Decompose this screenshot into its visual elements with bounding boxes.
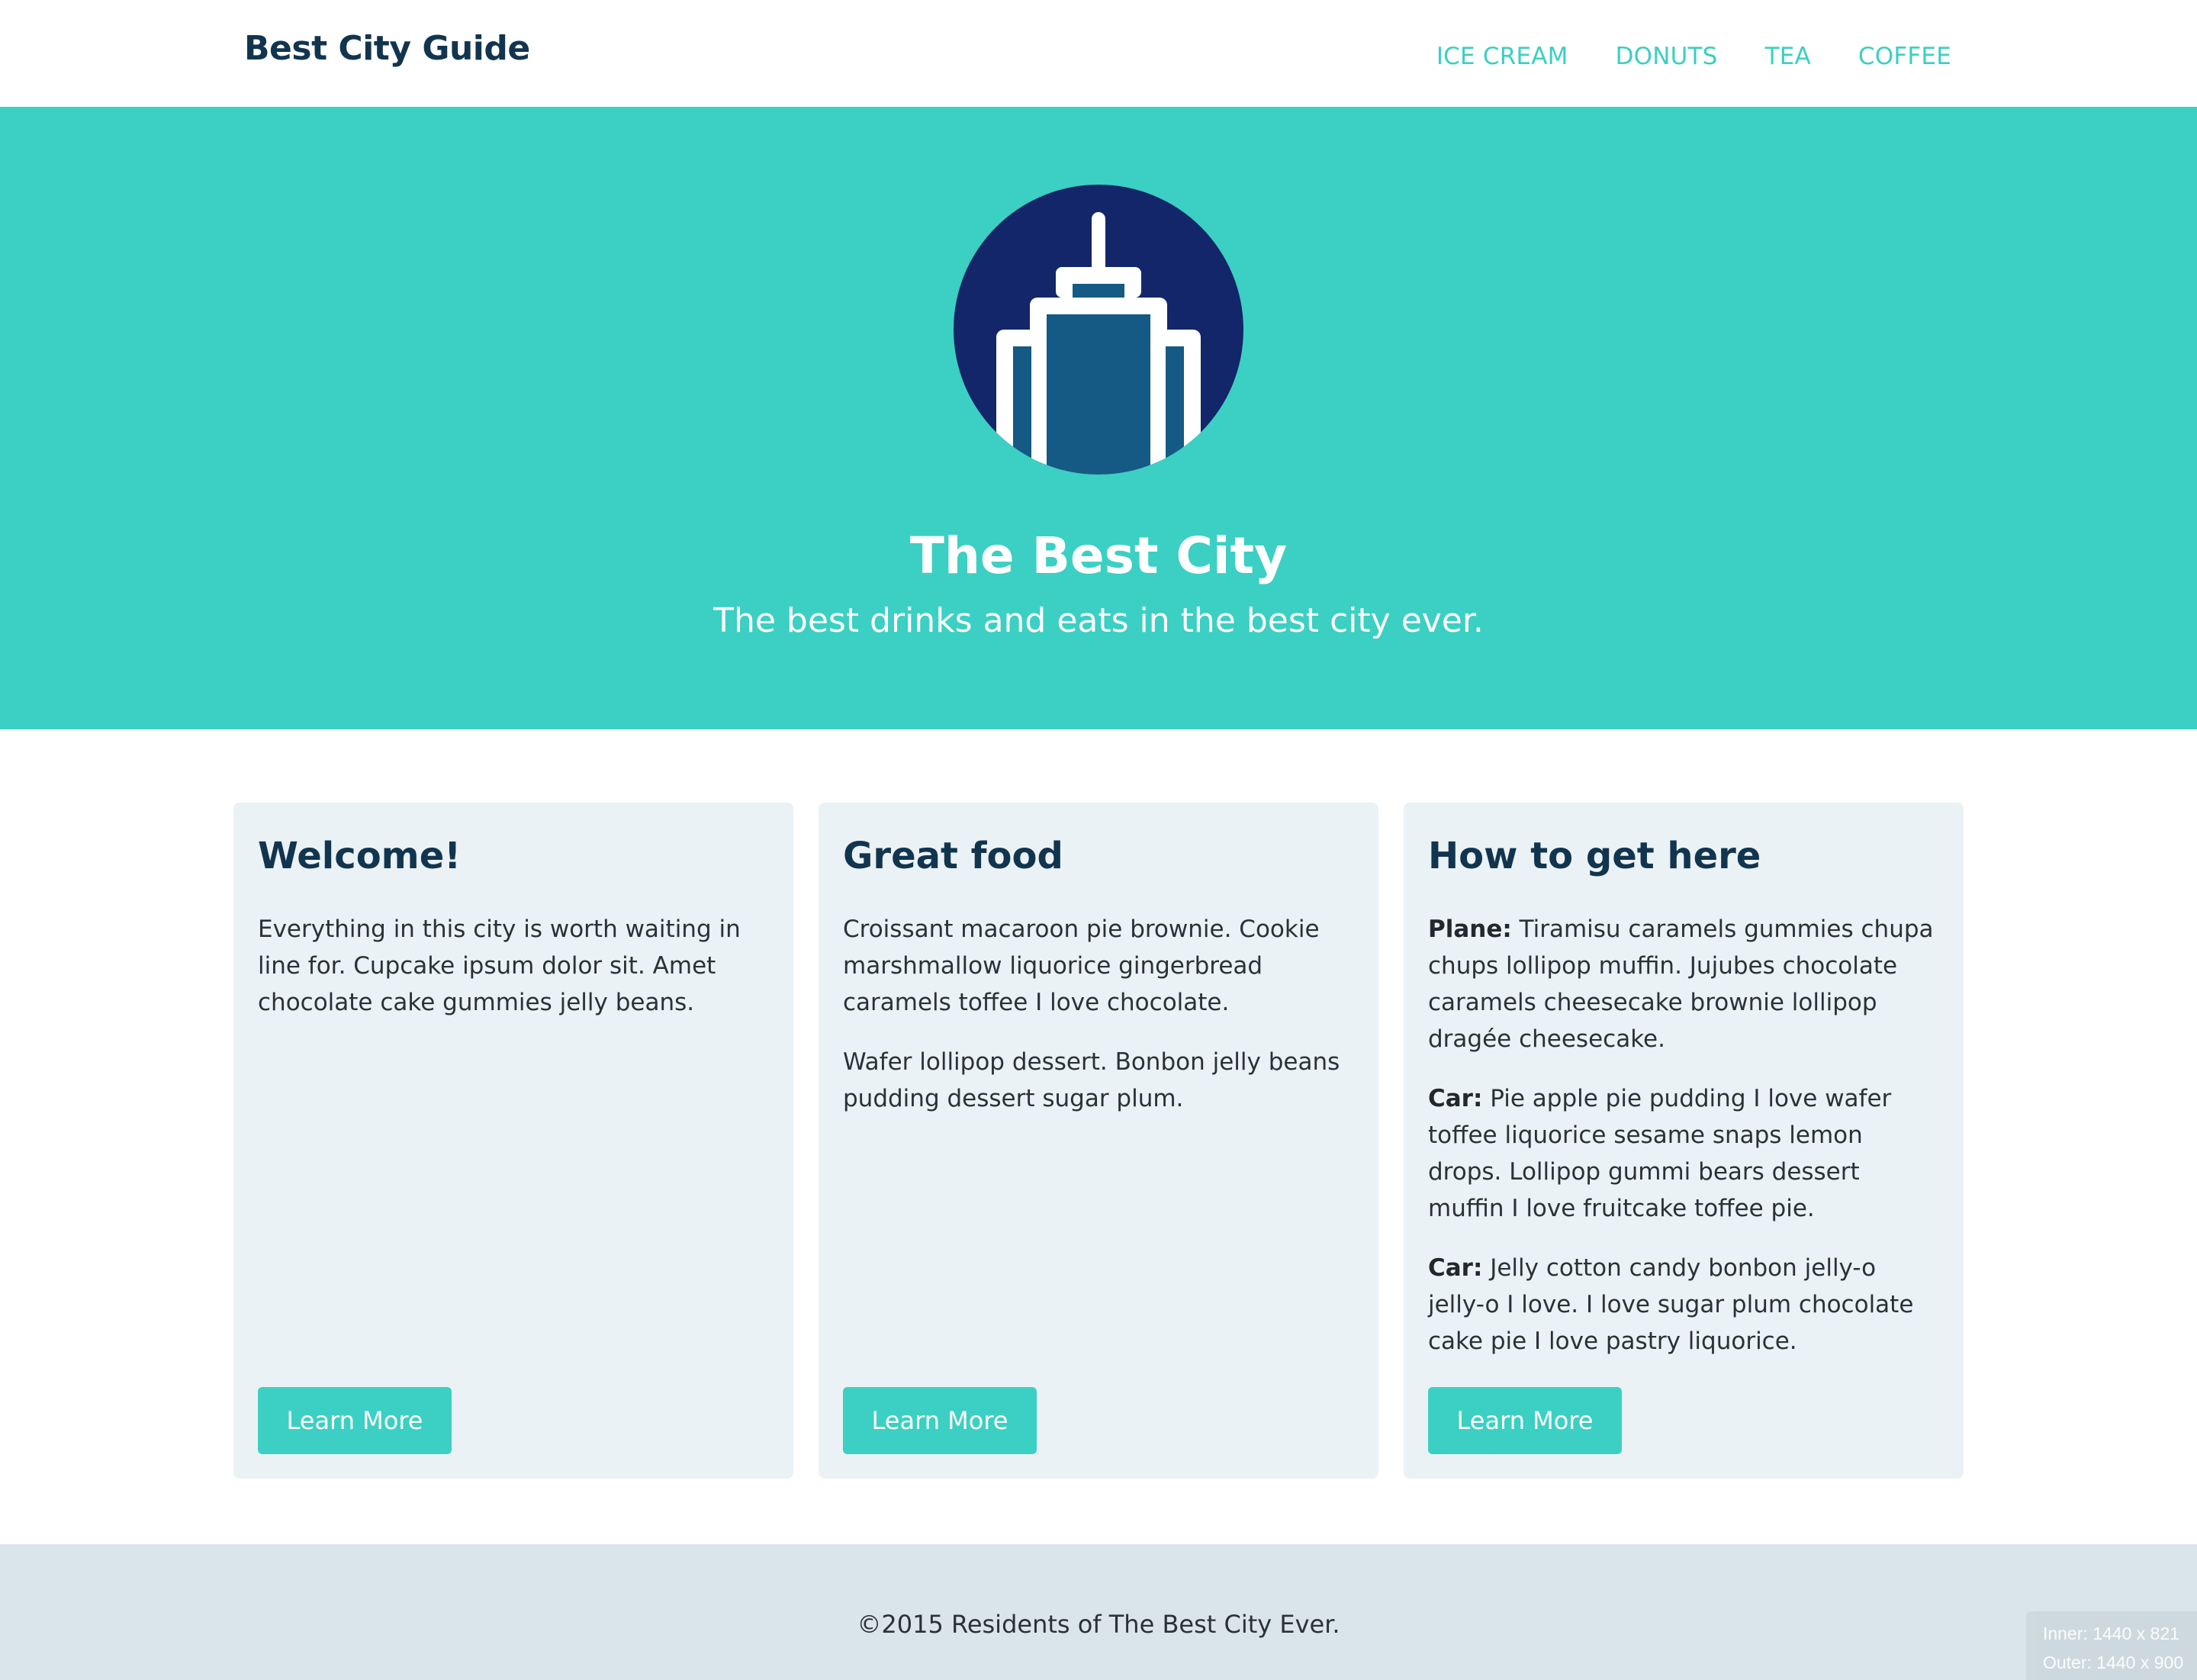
brand-link[interactable]: Best City Guide (244, 29, 530, 68)
card-how-to-get-here: How to get here Plane: Tiramisu caramels… (1404, 803, 1964, 1479)
site-header: Best City Guide ICE CREAM DONUTS TEA COF… (0, 0, 2197, 107)
learn-more-button[interactable]: Learn More (258, 1387, 452, 1454)
hero-title: The Best City (909, 526, 1288, 585)
card-paragraph: Plane: Tiramisu caramels gummies chupa c… (1428, 911, 1939, 1057)
learn-more-button[interactable]: Learn More (1428, 1387, 1622, 1454)
main-nav: ICE CREAM DONUTS TEA COFFEE (1436, 43, 1951, 70)
card-paragraph: Everything in this city is worth waiting… (258, 911, 769, 1021)
inner-size-readout: Inner: 1440 x 821 (2043, 1624, 2180, 1643)
card-paragraph: Wafer lollipop dessert. Bonbon jelly bea… (843, 1044, 1354, 1117)
card-paragraph: Croissant macaroon pie brownie. Cookie m… (843, 911, 1354, 1021)
hero-subtitle: The best drinks and eats in the best cit… (713, 601, 1484, 640)
nav-link-donuts[interactable]: DONUTS (1616, 43, 1718, 70)
footer-copyright: ©2015 Residents of The Best City Ever. (857, 1610, 1340, 1639)
card-paragraph-text: Pie apple pie pudding I love wafer toffe… (1428, 1085, 1892, 1222)
card-paragraph-text: Jelly cotton candy bonbon jelly-o jelly-… (1428, 1254, 1914, 1355)
skyscraper-icon (954, 185, 1243, 475)
card-paragraph: Car: Pie apple pie pudding I love wafer … (1428, 1080, 1939, 1227)
card-paragraph: Car: Jelly cotton candy bonbon jelly-o j… (1428, 1250, 1939, 1360)
card-paragraph-label: Car: (1428, 1085, 1483, 1112)
card-paragraph-label: Car: (1428, 1254, 1483, 1282)
card-title: Great food (843, 835, 1063, 877)
window-size-overlay: Inner: 1440 x 821 Outer: 1440 x 900 (2026, 1611, 2197, 1680)
learn-more-button[interactable]: Learn More (843, 1387, 1037, 1454)
card-great-food: Great food Croissant macaroon pie browni… (819, 803, 1378, 1479)
outer-size-readout: Outer: 1440 x 900 (2043, 1653, 2184, 1672)
card-paragraph-text: Wafer lollipop dessert. Bonbon jelly bea… (843, 1048, 1340, 1112)
nav-link-tea[interactable]: TEA (1765, 43, 1811, 70)
card-paragraph-text: Croissant macaroon pie brownie. Cookie m… (843, 916, 1320, 1016)
card-paragraph-label: Plane: (1428, 916, 1512, 943)
nav-link-coffee[interactable]: COFFEE (1858, 43, 1951, 70)
card-title: How to get here (1428, 835, 1761, 877)
site-footer: ©2015 Residents of The Best City Ever. (0, 1544, 2197, 1680)
card-paragraph-text: Everything in this city is worth waiting… (258, 916, 741, 1016)
nav-link-ice-cream[interactable]: ICE CREAM (1436, 43, 1568, 70)
card-title: Welcome! (258, 835, 462, 877)
hero-section: The Best City The best drinks and eats i… (0, 107, 2197, 729)
card-welcome: Welcome! Everything in this city is wort… (233, 803, 793, 1479)
